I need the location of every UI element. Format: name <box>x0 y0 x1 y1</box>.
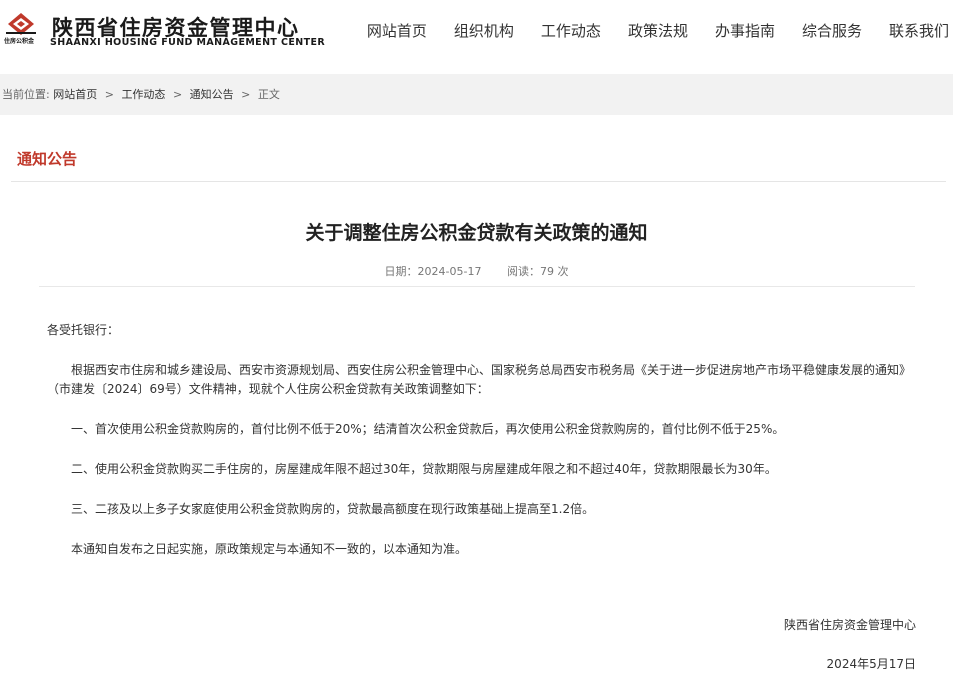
breadcrumb-separator: > <box>241 88 251 101</box>
section-divider <box>11 181 946 182</box>
nav-item-contact[interactable]: 联系我们 <box>889 20 949 41</box>
article-date: 日期：2024-05-17 <box>384 265 482 278</box>
section-title: 通知公告 <box>17 150 78 168</box>
nav-item-services[interactable]: 综合服务 <box>802 20 862 41</box>
breadcrumb-item-current: 正文 <box>257 88 280 101</box>
article-paragraph: 本通知自发布之日起实施，原政策规定与本通知不一致的，以本通知为准。 <box>71 542 468 556</box>
article-title: 关于调整住房公积金贷款有关政策的通知 <box>305 222 648 244</box>
signature-date: 2024年5月17日 <box>826 657 916 671</box>
main-nav: 网站首页 组织机构 工作动态 政策法规 办事指南 综合服务 联系我们 <box>340 20 949 41</box>
breadcrumb-separator: > <box>172 88 183 101</box>
nav-item-guide[interactable]: 办事指南 <box>715 20 775 41</box>
breadcrumb-item-notices[interactable]: 通知公告 <box>190 88 234 101</box>
article-views: 阅读：79 次 <box>506 265 569 278</box>
breadcrumb-prefix: 当前位置: <box>2 88 50 101</box>
site-header: 住房公积金 陕西省住房资金管理中心 SHAANXI HOUSING FUND M… <box>0 0 953 74</box>
breadcrumb-separator: > <box>104 88 114 101</box>
nav-item-work-news[interactable]: 工作动态 <box>541 20 601 41</box>
meta-divider <box>39 286 915 287</box>
signature-organization: 陕西省住房资金管理中心 <box>783 618 916 632</box>
article-salutation: 各受托银行： <box>47 323 120 337</box>
nav-item-policies[interactable]: 政策法规 <box>628 20 688 41</box>
nav-item-organization[interactable]: 组织机构 <box>454 20 514 41</box>
breadcrumb-item-work-news[interactable]: 工作动态 <box>121 88 165 101</box>
diamond-emblem-icon <box>4 12 48 52</box>
article-paragraph: 二、使用公积金贷款购买二手住房的，房屋建成年限不超过30年，贷款期限与房屋建成年… <box>71 462 777 476</box>
logo-sub-text: 住房公积金 <box>4 38 35 45</box>
site-logo[interactable]: 住房公积金 陕西省住房资金管理中心 SHAANXI HOUSING FUND M… <box>4 12 326 52</box>
article-paragraph: 三、二孩及以上多子女家庭使用公积金贷款购房的，贷款最高额度在现行政策基础上提高至… <box>71 502 595 516</box>
logo-title-en: SHAANXI HOUSING FUND MANAGEMENT CENTER <box>50 37 326 48</box>
article-paragraph: 根据西安市住房和城乡建设局、西安市资源规划局、西安住房公积金管理中心、国家税务总… <box>47 363 912 396</box>
article-meta: 日期：2024-05-17 阅读：79 次 <box>0 263 953 279</box>
article-paragraph: 一、首次使用公积金贷款购房的，首付比例不低于20%；结清首次公积金贷款后，再次使… <box>71 422 785 436</box>
article-body: 各受托银行： 根据西安市住房和城乡建设局、西安市资源规划局、西安住房公积金管理中… <box>47 321 915 580</box>
breadcrumb: 当前位置: 网站首页 > 工作动态 > 通知公告 > 正文 <box>0 74 953 115</box>
nav-item-home[interactable]: 网站首页 <box>367 20 427 41</box>
breadcrumb-item-home[interactable]: 网站首页 <box>53 88 97 101</box>
